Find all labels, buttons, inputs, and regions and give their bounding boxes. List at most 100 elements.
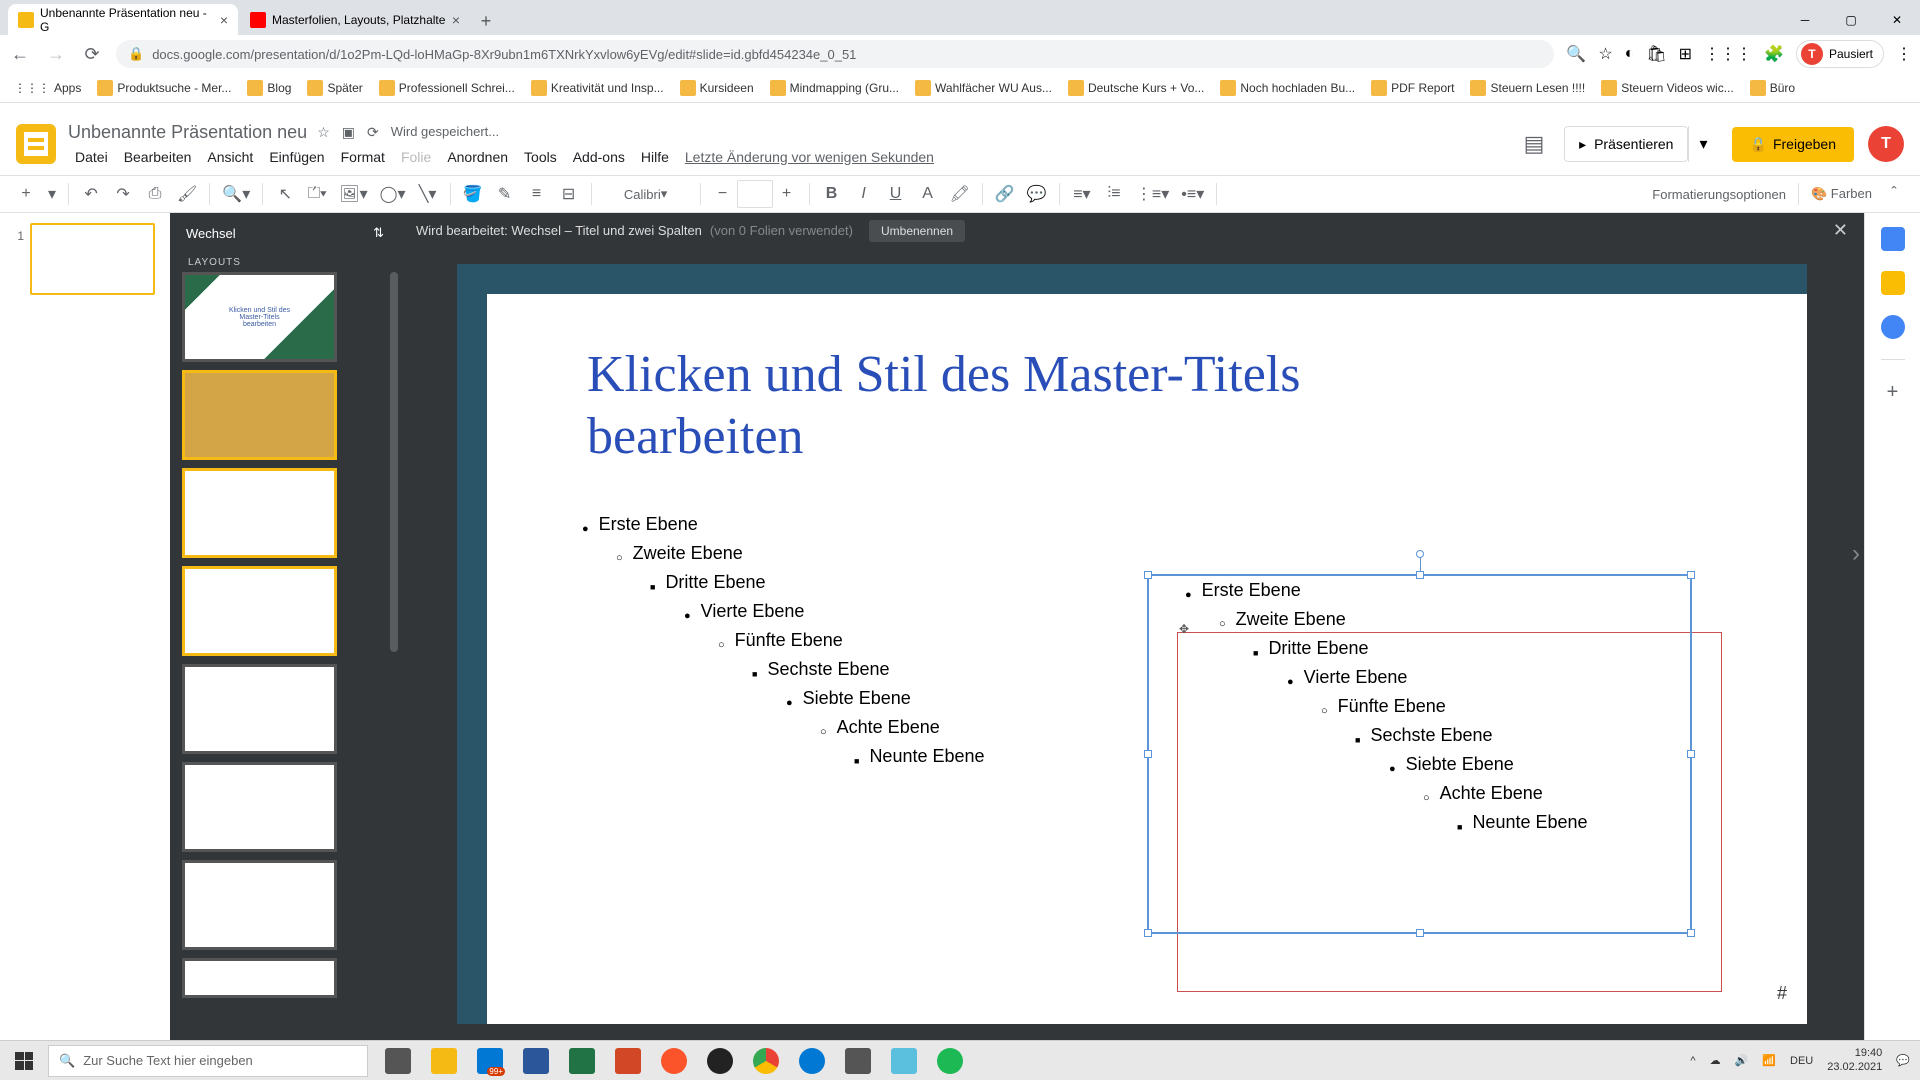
wifi-icon[interactable]: 📶: [1762, 1054, 1776, 1067]
move-icon[interactable]: ▣: [342, 124, 355, 141]
chrome-button[interactable]: [744, 1041, 788, 1081]
comments-button[interactable]: ▤: [1518, 128, 1550, 160]
notifications-button[interactable]: 💬: [1896, 1054, 1910, 1067]
bookmark[interactable]: Steuern Lesen !!!!: [1466, 80, 1589, 96]
volume-icon[interactable]: 🔊: [1735, 1054, 1749, 1067]
menu-insert[interactable]: Einfügen: [262, 147, 331, 167]
border-color-button[interactable]: ✎: [491, 180, 519, 208]
layout-thumbnail[interactable]: [182, 566, 337, 656]
word-button[interactable]: [514, 1041, 558, 1081]
bookmark[interactable]: PDF Report: [1367, 80, 1458, 96]
scrollbar[interactable]: [390, 272, 398, 832]
layout-thumbnail[interactable]: [182, 468, 337, 558]
layout-thumbnail[interactable]: [182, 958, 337, 998]
bookmark[interactable]: Kreativität und Insp...: [527, 80, 668, 96]
close-button[interactable]: ✕: [1874, 5, 1920, 35]
extension-icon[interactable]: 🛍: [1646, 44, 1666, 64]
underline-button[interactable]: U: [882, 180, 910, 208]
bulleted-list-button[interactable]: •≡▾: [1177, 180, 1208, 208]
bookmark[interactable]: Büro: [1746, 80, 1799, 96]
resize-handle[interactable]: [1416, 571, 1424, 579]
format-options-button[interactable]: Formatierungsoptionen: [1652, 187, 1786, 202]
file-explorer-button[interactable]: [422, 1041, 466, 1081]
star-icon[interactable]: ☆: [1598, 44, 1612, 64]
slide-thumbnail[interactable]: [30, 223, 155, 295]
back-button[interactable]: ←: [8, 42, 32, 66]
spotify-button[interactable]: [928, 1041, 972, 1081]
border-weight-button[interactable]: ≡: [523, 180, 551, 208]
language-indicator[interactable]: DEU: [1790, 1055, 1813, 1067]
start-button[interactable]: [0, 1041, 48, 1081]
resize-handle[interactable]: [1687, 929, 1695, 937]
resize-handle[interactable]: [1144, 571, 1152, 579]
present-dropdown[interactable]: ▾: [1688, 126, 1717, 162]
link-button[interactable]: 🔗: [991, 180, 1019, 208]
menu-file[interactable]: Datei: [68, 147, 115, 167]
border-dash-button[interactable]: ⊟: [555, 180, 583, 208]
minimize-button[interactable]: ─: [1782, 5, 1828, 35]
layout-thumbnail[interactable]: [182, 664, 337, 754]
menu-tools[interactable]: Tools: [517, 147, 564, 167]
star-icon[interactable]: ☆: [317, 124, 330, 141]
bookmark[interactable]: Mindmapping (Gru...: [766, 80, 903, 96]
chevron-icon[interactable]: ⇅: [373, 225, 384, 241]
keep-icon[interactable]: [1881, 271, 1905, 295]
colors-button[interactable]: 🎨 Farben: [1811, 186, 1872, 202]
profile-chip[interactable]: T Pausiert: [1796, 40, 1884, 68]
menu-addons[interactable]: Add-ons: [566, 147, 632, 167]
slides-logo[interactable]: [16, 124, 56, 164]
title-placeholder[interactable]: Klicken und Stil des Master-Titels bearb…: [587, 344, 1487, 469]
body-placeholder-right-selected[interactable]: ✥ Erste Ebene Zweite Ebene Dritte Ebene …: [1147, 574, 1692, 934]
line-tool[interactable]: ╲▾: [414, 180, 442, 208]
excel-button[interactable]: [560, 1041, 604, 1081]
clock[interactable]: 19:40 23.02.2021: [1827, 1047, 1882, 1073]
layout-thumbnail[interactable]: [182, 762, 337, 852]
menu-view[interactable]: Ansicht: [200, 147, 260, 167]
layout-thumbnail[interactable]: [182, 370, 337, 460]
mail-button[interactable]: 99+: [468, 1041, 512, 1081]
reload-button[interactable]: ⟳: [80, 42, 104, 66]
body-placeholder-left[interactable]: Erste Ebene Zweite Ebene Dritte Ebene Vi…: [582, 514, 1102, 775]
slide-canvas[interactable]: Klicken und Stil des Master-Titels bearb…: [487, 294, 1807, 1024]
obs-button[interactable]: [698, 1041, 742, 1081]
rotate-handle[interactable]: [1416, 550, 1424, 558]
bold-button[interactable]: B: [818, 180, 846, 208]
zoom-button[interactable]: 🔍▾: [218, 180, 254, 208]
italic-button[interactable]: I: [850, 180, 878, 208]
print-button[interactable]: ⎙: [141, 180, 169, 208]
bookmark[interactable]: Deutsche Kurs + Vo...: [1064, 80, 1208, 96]
next-slide-arrow[interactable]: ›: [1852, 540, 1860, 568]
brave-button[interactable]: [652, 1041, 696, 1081]
menu-format[interactable]: Format: [334, 147, 392, 167]
menu-help[interactable]: Hilfe: [634, 147, 676, 167]
bookmark[interactable]: Produktsuche - Mer...: [93, 80, 235, 96]
resize-handle[interactable]: [1416, 929, 1424, 937]
avatar[interactable]: T: [1868, 126, 1904, 162]
highlight-button[interactable]: 🖍: [946, 180, 974, 208]
shape-tool[interactable]: ◯▾: [376, 180, 410, 208]
resize-handle[interactable]: [1687, 571, 1695, 579]
comment-button[interactable]: 💬: [1023, 180, 1051, 208]
page-number-placeholder[interactable]: #: [1777, 983, 1787, 1004]
new-slide-button[interactable]: +: [12, 180, 40, 208]
bookmark[interactable]: Steuern Videos wic...: [1597, 80, 1738, 96]
address-bar[interactable]: 🔒 docs.google.com/presentation/d/1o2Pm-L…: [116, 40, 1554, 68]
zoom-icon[interactable]: 🔍: [1566, 44, 1586, 64]
tasks-icon[interactable]: [1881, 315, 1905, 339]
present-button[interactable]: ▸ Präsentieren: [1564, 126, 1688, 162]
maximize-button[interactable]: ▢: [1828, 5, 1874, 35]
resize-handle[interactable]: [1144, 750, 1152, 758]
font-size-input[interactable]: [737, 180, 773, 208]
align-button[interactable]: ≡▾: [1068, 180, 1096, 208]
line-spacing-button[interactable]: ⫶≡: [1100, 180, 1128, 208]
close-icon[interactable]: ×: [452, 12, 460, 28]
puzzle-icon[interactable]: 🧩: [1764, 44, 1784, 64]
add-button[interactable]: +: [1881, 380, 1905, 404]
menu-arrange[interactable]: Anordnen: [440, 147, 515, 167]
menu-icon[interactable]: ⋮: [1896, 44, 1912, 64]
font-size-increase[interactable]: +: [773, 180, 801, 208]
bookmark[interactable]: Blog: [243, 80, 295, 96]
apps-shortcut[interactable]: ⋮⋮⋮Apps: [10, 81, 85, 95]
app-button[interactable]: [836, 1041, 880, 1081]
redo-button[interactable]: ↷: [109, 180, 137, 208]
